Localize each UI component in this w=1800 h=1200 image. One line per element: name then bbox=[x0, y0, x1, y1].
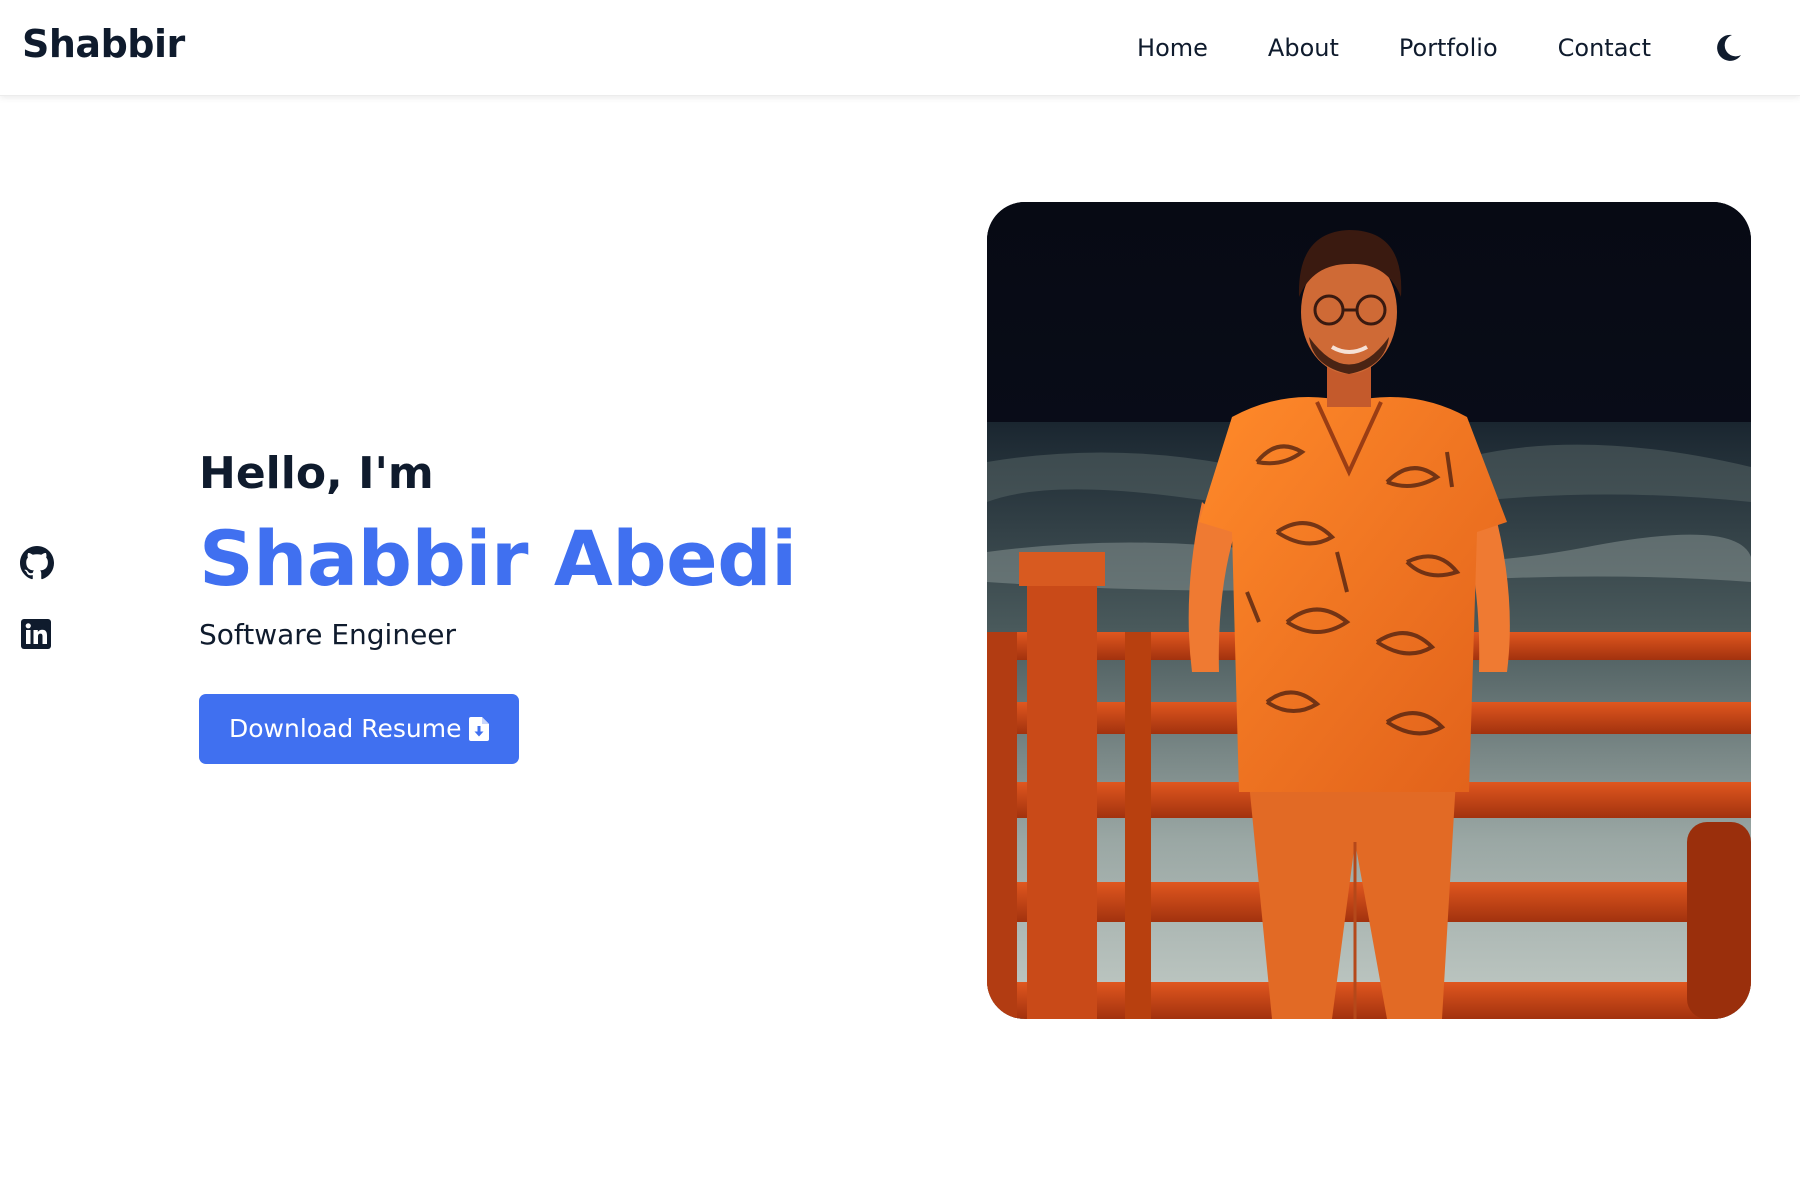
linkedin-icon[interactable] bbox=[20, 618, 56, 654]
nav-home[interactable]: Home bbox=[1137, 34, 1208, 62]
nav-portfolio[interactable]: Portfolio bbox=[1399, 34, 1498, 62]
file-download-icon bbox=[469, 716, 490, 741]
nav-about[interactable]: About bbox=[1268, 34, 1339, 62]
logo[interactable]: Shabbir bbox=[22, 22, 185, 66]
social-links bbox=[20, 546, 56, 690]
moon-icon[interactable] bbox=[1711, 31, 1745, 65]
nav-contact[interactable]: Contact bbox=[1558, 34, 1651, 62]
main-nav: Home About Portfolio Contact bbox=[1137, 0, 1800, 96]
hero-section: Hello, I'm Shabbir Abedi Software Engine… bbox=[199, 448, 797, 764]
hero-name: Shabbir Abedi bbox=[199, 513, 797, 603]
greeting-text: Hello, I'm bbox=[199, 448, 434, 499]
site-header: Shabbir Home About Portfolio Contact bbox=[0, 0, 1800, 96]
hero-role: Software Engineer bbox=[199, 618, 457, 652]
profile-photo bbox=[987, 202, 1751, 1019]
download-resume-button[interactable]: Download Resume bbox=[199, 693, 520, 764]
github-icon[interactable] bbox=[20, 546, 56, 582]
download-resume-label: Download Resume bbox=[229, 714, 462, 744]
